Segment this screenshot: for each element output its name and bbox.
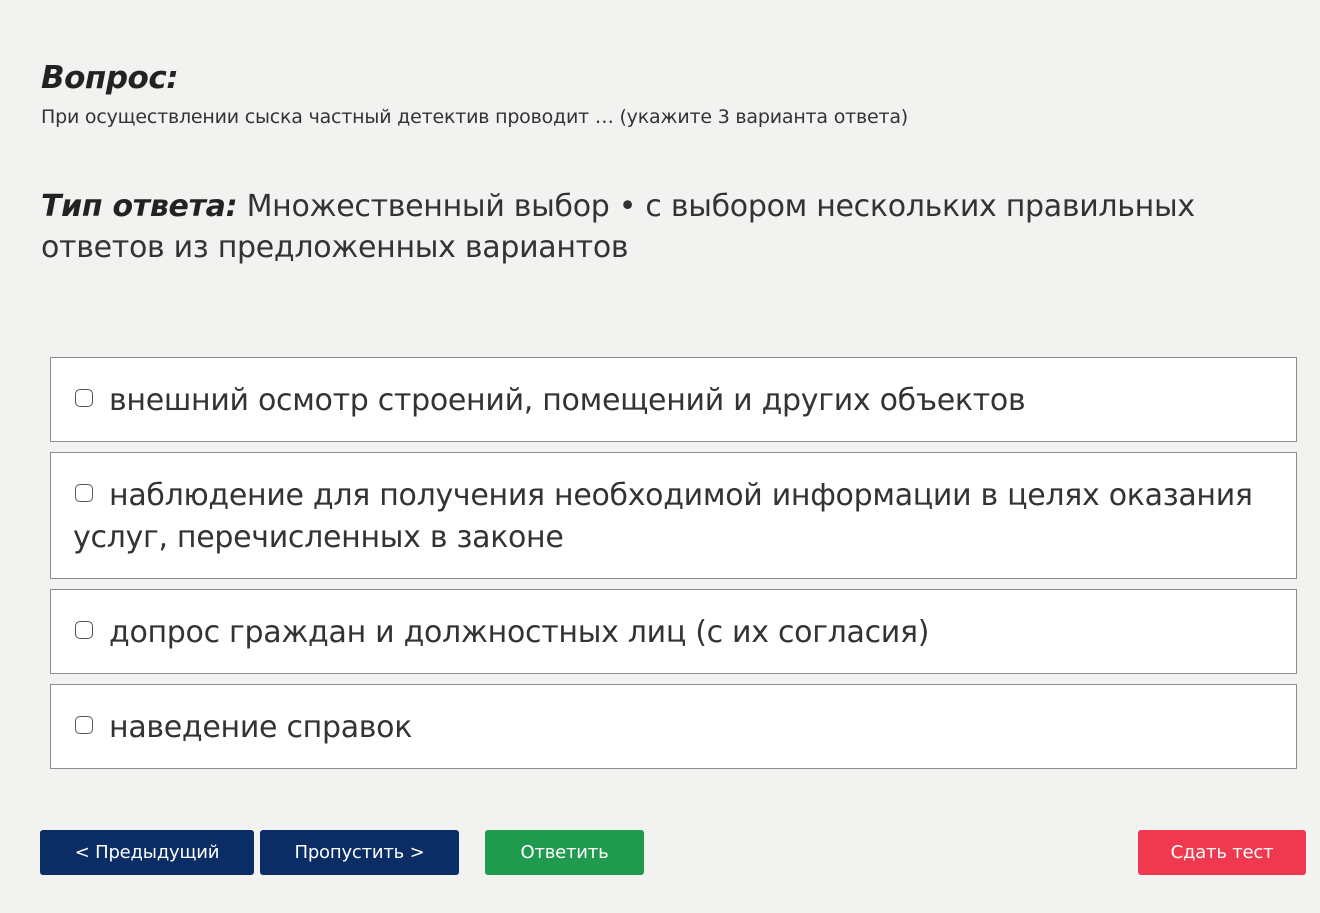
answer-type: Тип ответа: Множественный выбор • с выбо… (41, 186, 1271, 268)
options-list: внешний осмотр строений, помещений и дру… (50, 357, 1297, 779)
option-item[interactable]: внешний осмотр строений, помещений и дру… (50, 357, 1297, 442)
question-heading: Вопрос: (41, 60, 179, 96)
previous-button[interactable]: < Предыдущий (40, 830, 254, 875)
checkbox[interactable] (75, 389, 93, 407)
question-text: При осуществлении сыска частный детектив… (41, 106, 908, 128)
skip-button[interactable]: Пропустить > (260, 830, 459, 875)
checkbox[interactable] (75, 484, 93, 502)
option-item[interactable]: наведение справок (50, 684, 1297, 769)
option-item[interactable]: наблюдение для получения необходимой инф… (50, 452, 1297, 579)
answer-button[interactable]: Ответить (485, 830, 644, 875)
option-label: наведение справок (109, 710, 413, 745)
option-item[interactable]: допрос граждан и должностных лиц (с их с… (50, 589, 1297, 674)
checkbox[interactable] (75, 621, 93, 639)
option-label: допрос граждан и должностных лиц (с их с… (109, 615, 930, 650)
answer-type-label: Тип ответа: (41, 189, 238, 224)
option-label: внешний осмотр строений, помещений и дру… (109, 383, 1026, 418)
checkbox[interactable] (75, 716, 93, 734)
submit-test-button[interactable]: Сдать тест (1138, 830, 1306, 875)
option-label: наблюдение для получения необходимой инф… (73, 478, 1253, 555)
